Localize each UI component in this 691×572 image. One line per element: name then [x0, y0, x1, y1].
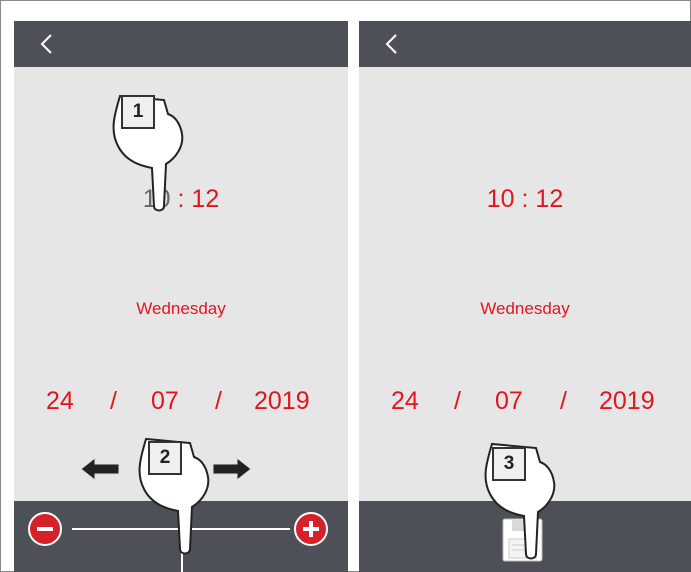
date-separator: / — [560, 387, 567, 415]
pointing-hand-icon — [138, 437, 210, 555]
date-month[interactable]: 07 — [495, 387, 523, 416]
date-separator: / — [454, 387, 461, 415]
plus-button[interactable] — [294, 512, 328, 546]
minus-icon — [37, 527, 53, 531]
minus-button[interactable] — [28, 512, 62, 546]
date-separator: / — [110, 387, 117, 415]
step-badge: 2 — [148, 441, 182, 475]
weekday-label: Wednesday — [136, 299, 226, 318]
date-year[interactable]: 2019 — [599, 387, 655, 416]
top-bar — [14, 21, 348, 67]
weekday-label: Wednesday — [480, 299, 570, 318]
date-day[interactable]: 24 — [391, 387, 419, 416]
arrow-left-icon — [80, 456, 120, 482]
step-badge: 3 — [492, 447, 526, 481]
top-bar — [359, 21, 691, 67]
date-day[interactable]: 24 — [46, 387, 74, 416]
date-month[interactable]: 07 — [151, 387, 179, 416]
back-chevron-icon[interactable] — [381, 32, 405, 56]
back-chevron-icon[interactable] — [36, 32, 60, 56]
pointing-hand-icon — [484, 442, 556, 560]
time-display[interactable]: 10 : 12 — [359, 185, 691, 214]
minutes-value[interactable]: 12 — [191, 185, 219, 213]
step-badge: 1 — [121, 95, 155, 129]
date-year[interactable]: 2019 — [254, 387, 310, 416]
date-separator: / — [215, 387, 222, 415]
left-screen: 10 : 12 Wednesday 24 / 07 / 2019 1 2 — [14, 21, 348, 572]
right-screen: 10 : 12 Wednesday 24 / 07 / 2019 3 — [359, 21, 691, 572]
plus-icon-vertical — [309, 521, 313, 537]
